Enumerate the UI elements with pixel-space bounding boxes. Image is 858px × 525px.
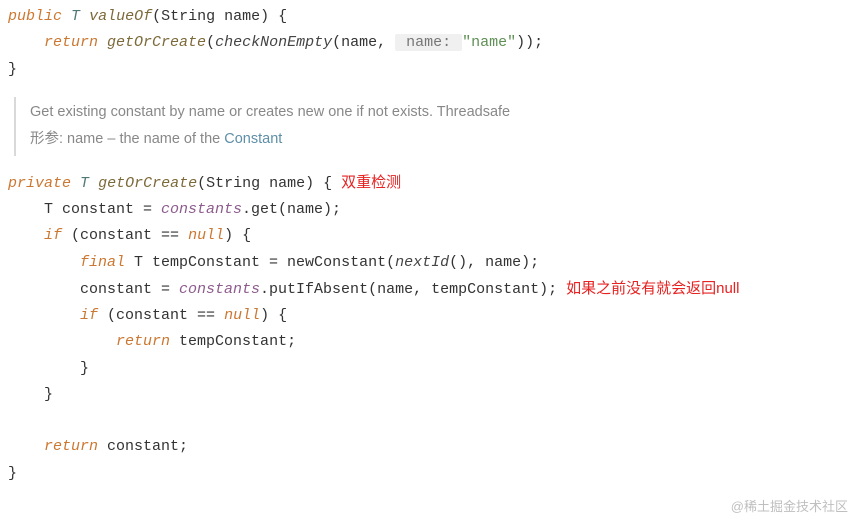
- l3b: (constant ==: [62, 227, 188, 244]
- l5a: constant =: [8, 281, 179, 298]
- keyword-return-3: return: [44, 438, 98, 455]
- code-block-2: private T getOrCreate(String name) { 双重检…: [8, 170, 850, 487]
- l10a: [8, 438, 44, 455]
- param-hint: name:: [395, 34, 462, 51]
- doc-link-constant: Constant: [224, 131, 282, 147]
- l9: }: [8, 386, 53, 403]
- javadoc-block: Get existing constant by name or creates…: [14, 97, 850, 156]
- sig2: (String name) {: [197, 175, 332, 192]
- l11: }: [8, 465, 17, 482]
- l3c: ) {: [224, 227, 251, 244]
- fn-checknonempty: checkNonEmpty: [215, 34, 332, 51]
- paren: (: [206, 34, 215, 51]
- string-literal: "name": [462, 34, 516, 51]
- sig: (String name) {: [152, 8, 287, 25]
- fn-nextid: nextId: [395, 254, 449, 271]
- l6b: (constant ==: [98, 307, 224, 324]
- keyword-return-2: return: [116, 333, 170, 350]
- type-t2: T: [80, 175, 89, 192]
- l10b: constant;: [98, 438, 188, 455]
- l4c: (), name);: [449, 254, 539, 271]
- l2a: T constant =: [8, 201, 161, 218]
- doc-line-2: 形参: name – the name of the Constant: [30, 126, 850, 154]
- l2b: .get(name);: [242, 201, 341, 218]
- brace: }: [8, 61, 17, 78]
- watermark: @稀土掘金技术社区: [731, 496, 848, 519]
- keyword-if: if: [44, 227, 62, 244]
- keyword-null-2: null: [224, 307, 260, 324]
- keyword-if-2: if: [80, 307, 98, 324]
- field-constants: constants: [161, 201, 242, 218]
- annotation-2: 如果之前没有就会返回null: [566, 280, 739, 297]
- l6a: [8, 307, 80, 324]
- field-constants-2: constants: [179, 281, 260, 298]
- doc-line-1: Get existing constant by name or creates…: [30, 99, 850, 127]
- l7b: tempConstant;: [170, 333, 296, 350]
- keyword-null: null: [188, 227, 224, 244]
- keyword-return: return: [44, 34, 98, 51]
- keyword-private: private: [8, 175, 71, 192]
- l3a: [8, 227, 44, 244]
- l7a: [8, 333, 116, 350]
- fn-getorcreate: getOrCreate: [98, 175, 197, 192]
- l4a: [8, 254, 80, 271]
- keyword-public: public: [8, 8, 62, 25]
- annotation-1: 双重检测: [341, 174, 401, 191]
- fn-valueof: valueOf: [89, 8, 152, 25]
- l8: }: [8, 360, 89, 377]
- l6c: ) {: [260, 307, 287, 324]
- close: ));: [516, 34, 543, 51]
- keyword-final: final: [80, 254, 125, 271]
- type-t: T: [71, 8, 80, 25]
- args: (name,: [332, 34, 395, 51]
- l5b: .putIfAbsent(name, tempConstant);: [260, 281, 557, 298]
- fn-getorcreate-call: getOrCreate: [107, 34, 206, 51]
- l4b: T tempConstant = newConstant(: [125, 254, 395, 271]
- code-block-1: public T valueOf(String name) { return g…: [8, 4, 850, 83]
